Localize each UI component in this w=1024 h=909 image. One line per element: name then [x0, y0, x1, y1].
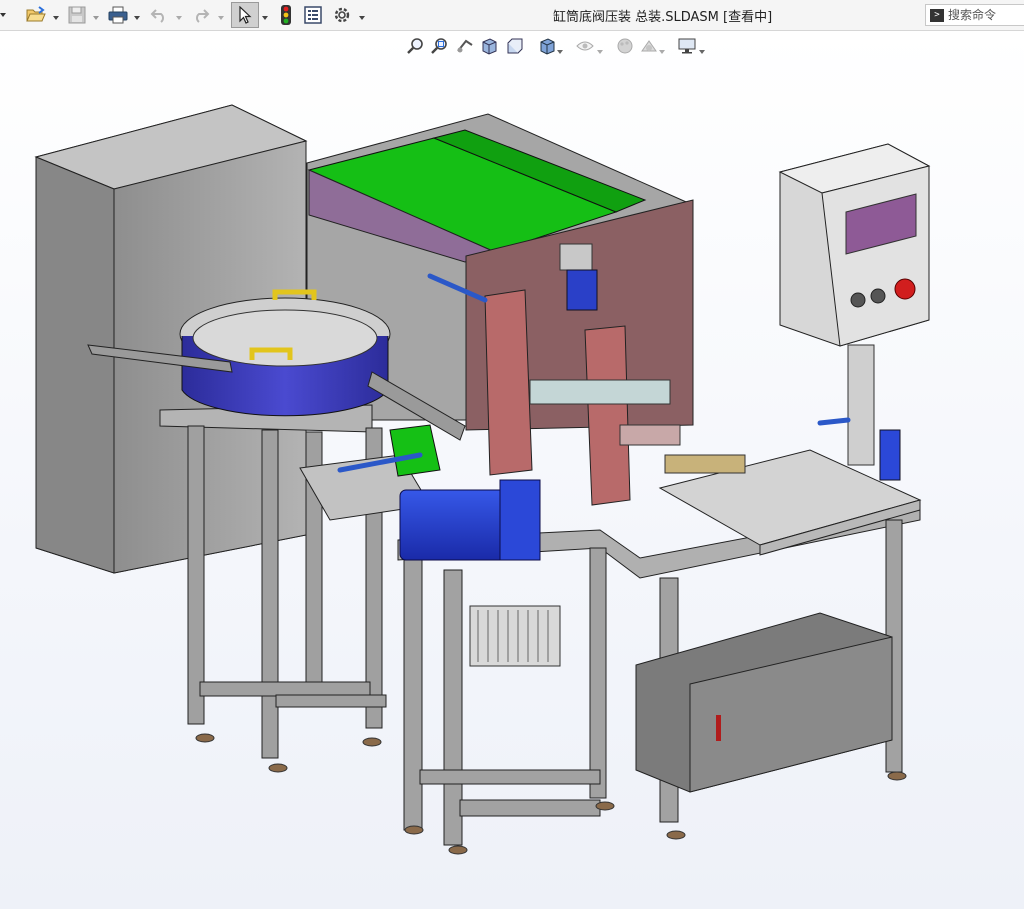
search-commands-input[interactable]	[948, 7, 1023, 23]
view-settings-icon[interactable]	[676, 34, 698, 58]
edit-appearance-icon[interactable]	[614, 34, 636, 58]
section-view-icon[interactable]	[478, 34, 500, 58]
options-icon[interactable]	[331, 4, 353, 26]
zoom-to-area-icon[interactable]	[428, 34, 450, 58]
select-icon[interactable]	[231, 2, 259, 28]
control-panel	[778, 143, 931, 466]
print-icon[interactable]	[106, 4, 130, 26]
title-bar: 缸筒底阀压装 总装.SLDASM [查看中] >	[0, 0, 1024, 31]
view-settings-caret-icon[interactable]	[698, 43, 706, 61]
undo-icon[interactable]	[148, 4, 170, 26]
print-caret-icon[interactable]	[133, 9, 143, 20]
hide-show-items-icon[interactable]	[574, 34, 596, 58]
hydraulic-cylinder	[399, 479, 541, 561]
valve-manifold	[469, 605, 561, 667]
menu-caret-icon[interactable]	[0, 4, 10, 26]
graphics-area[interactable]	[0, 31, 1024, 909]
open-caret-icon[interactable]	[52, 9, 62, 20]
open-icon[interactable]	[24, 4, 48, 26]
file-properties-icon[interactable]	[302, 4, 324, 26]
view-orientation-icon[interactable]	[504, 34, 526, 58]
search-box[interactable]: >	[925, 4, 1024, 26]
options-caret-icon[interactable]	[358, 9, 368, 20]
display-style-icon[interactable]	[536, 34, 558, 58]
rebuild-icon[interactable]	[276, 4, 296, 26]
save-icon[interactable]	[66, 4, 88, 26]
previous-view-icon[interactable]	[454, 34, 476, 58]
zoom-to-fit-icon[interactable]	[404, 34, 426, 58]
apply-scene-icon[interactable]	[638, 34, 660, 58]
redo-icon[interactable]	[190, 4, 212, 26]
assembly-model[interactable]	[0, 31, 1024, 909]
undo-caret-icon[interactable]	[175, 9, 185, 20]
redo-caret-icon[interactable]	[217, 9, 227, 20]
hide-show-caret-icon[interactable]	[596, 43, 604, 61]
select-caret-icon[interactable]	[261, 9, 271, 20]
output-tray	[658, 429, 922, 556]
window-title: 缸筒底阀压装 总装.SLDASM [查看中]	[553, 10, 773, 25]
display-style-caret-icon[interactable]	[556, 43, 564, 61]
scene-caret-icon[interactable]	[658, 43, 666, 61]
save-caret-icon[interactable]	[92, 9, 102, 20]
command-prompt-icon: >	[930, 9, 944, 22]
